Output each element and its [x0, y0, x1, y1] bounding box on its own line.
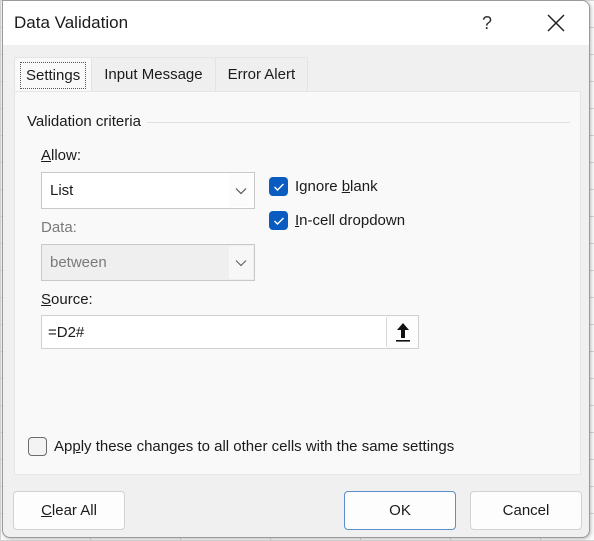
help-button[interactable]: ?: [469, 7, 505, 39]
ignore-blank-checkbox[interactable]: Ignore blank: [269, 177, 378, 196]
allow-select[interactable]: List: [41, 172, 255, 209]
dialog-title: Data Validation: [14, 13, 129, 32]
checkbox-checked-icon: [269, 211, 288, 230]
apply-all-checkbox[interactable]: Apply these changes to all other cells w…: [28, 437, 454, 456]
clear-all-button[interactable]: Clear All: [13, 491, 125, 530]
cancel-button[interactable]: Cancel: [470, 491, 582, 530]
apply-all-label: Apply these changes to all other cells w…: [54, 438, 455, 455]
collapse-dialog-button[interactable]: [386, 316, 418, 348]
allow-dropdown-button[interactable]: [229, 174, 253, 207]
source-input[interactable]: =D2#: [41, 315, 419, 349]
in-cell-dropdown-checkbox[interactable]: In-cell dropdown: [269, 211, 405, 230]
tab-settings-label: Settings: [20, 61, 87, 89]
data-dropdown-button[interactable]: [229, 246, 253, 279]
tab-input-message-label: Input Message: [104, 66, 203, 83]
data-label: Data:: [41, 219, 77, 236]
help-icon: ?: [481, 12, 492, 33]
data-validation-dialog: Data Validation ? Settings Input Message…: [2, 0, 590, 538]
chevron-down-icon: [235, 187, 247, 194]
ignore-blank-label: Ignore blank: [295, 178, 378, 195]
tab-error-alert-label: Error Alert: [227, 66, 296, 83]
collapse-dialog-arrow-icon: [395, 323, 410, 342]
in-cell-dropdown-label: In-cell dropdown: [295, 212, 406, 229]
ok-button[interactable]: OK: [344, 491, 456, 530]
checkbox-checked-icon: [269, 177, 288, 196]
checkbox-unchecked-icon: [28, 437, 47, 456]
data-select[interactable]: between: [41, 244, 255, 281]
data-value: between: [50, 254, 107, 271]
chevron-down-icon: [235, 259, 247, 266]
tab-input-message[interactable]: Input Message: [92, 57, 216, 91]
close-icon: [547, 14, 565, 32]
source-value: =D2#: [48, 323, 85, 341]
allow-value: List: [50, 182, 74, 199]
allow-label: Allow:: [41, 147, 82, 164]
title-bar: Data Validation ?: [3, 1, 589, 45]
tab-bar: Settings Input Message Error Alert: [14, 57, 309, 92]
tab-error-alert[interactable]: Error Alert: [215, 57, 309, 91]
validation-criteria-label: Validation criteria: [27, 113, 147, 130]
close-button[interactable]: [533, 7, 579, 39]
settings-panel: Validation criteria Allow: List Ignore b…: [14, 91, 581, 475]
source-label: Source:: [41, 291, 93, 308]
tab-settings[interactable]: Settings: [14, 57, 93, 92]
